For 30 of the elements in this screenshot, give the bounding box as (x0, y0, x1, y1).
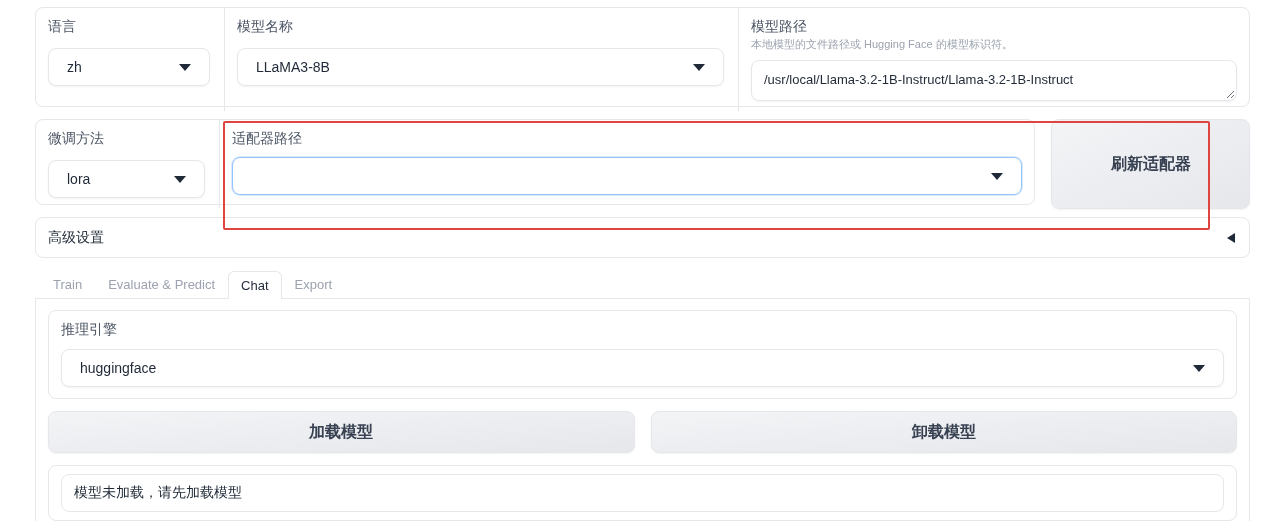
field-label: 语言 (48, 18, 77, 36)
field-label: 适配器路径 (232, 130, 303, 148)
resize-grip-icon (1226, 90, 1234, 98)
dropdown-field[interactable]: LLaMA3-8B (237, 48, 724, 86)
field-label: 推理引擎 (61, 321, 118, 339)
dropdown-field[interactable]: huggingface (61, 349, 1224, 387)
dropdown-value: huggingface (80, 360, 157, 376)
tab[interactable]: Chat (228, 271, 282, 299)
accordion-title: 高级设置 (48, 228, 104, 247)
action-button[interactable]: 加载模型 (48, 411, 635, 453)
field-label: 模型名称 (237, 18, 294, 36)
action-button[interactable]: 卸载模型 (650, 411, 1237, 453)
caret-icon (174, 175, 186, 183)
field-label: 模型路径 (751, 18, 808, 36)
accordion-header[interactable]: 高级设置 (35, 217, 1250, 258)
dropdown-field[interactable]: lora (48, 160, 205, 198)
action-button[interactable]: 刷新适配器 (1051, 119, 1250, 209)
dropdown-field[interactable] (232, 157, 1022, 195)
dropdown-value: zh (67, 59, 82, 75)
text-area[interactable]: /usr/local/Llama-3.2-1B-Instruct/Llama-3.2-1B-Instruct (751, 60, 1237, 101)
dropdown-value: LLaMA3-8B (256, 59, 330, 75)
dropdown-value: lora (67, 171, 91, 187)
text-area-value: /usr/local/Llama-3.2-1B-Instruct/Llama-3.2-1B-Instruct (764, 72, 1074, 87)
caret-icon (179, 63, 191, 71)
caret-icon (991, 172, 1003, 180)
caret-icon (693, 63, 705, 71)
field-hint: 本地模型的文件路径或 Hugging Face 的模型标识符。 (751, 37, 1014, 52)
caret-icon (1193, 364, 1205, 372)
field-label: 微调方法 (48, 130, 105, 148)
dropdown-field[interactable]: zh (48, 48, 210, 86)
